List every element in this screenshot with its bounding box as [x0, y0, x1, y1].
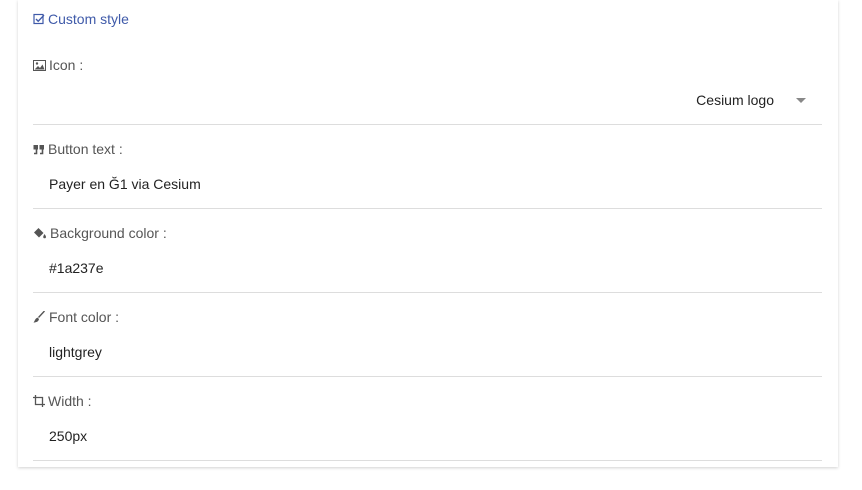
icon-field: Icon : Cesium logo [33, 40, 822, 125]
custom-style-toggle[interactable]: Custom style [33, 11, 129, 27]
font-color-input[interactable] [33, 334, 822, 370]
icon-field-label: Icon : [33, 57, 83, 73]
checkbox-icon [33, 13, 45, 25]
crop-icon [33, 395, 45, 407]
font-color-field-label: Font color : [33, 309, 119, 325]
width-input[interactable] [33, 418, 822, 454]
quote-icon [33, 144, 45, 155]
button-text-field: Button text : [33, 124, 822, 209]
background-color-field-label: Background color : [33, 225, 167, 241]
icon-select-value: Cesium logo [696, 92, 774, 108]
brush-icon [33, 311, 46, 323]
custom-style-title: Custom style [48, 11, 129, 27]
width-field-label: Width : [33, 393, 92, 409]
chevron-down-icon [796, 97, 806, 103]
image-icon [33, 59, 46, 71]
icon-select[interactable]: Cesium logo [662, 82, 822, 118]
custom-style-panel: Custom style Icon : Cesium logo Button t… [18, 0, 838, 467]
button-text-field-label: Button text : [33, 141, 123, 157]
paint-bucket-icon [33, 227, 47, 239]
font-color-field: Font color : [33, 292, 822, 377]
button-text-input[interactable] [33, 166, 822, 202]
background-color-input[interactable] [33, 250, 822, 286]
width-field: Width : [33, 376, 822, 461]
background-color-field: Background color : [33, 208, 822, 293]
